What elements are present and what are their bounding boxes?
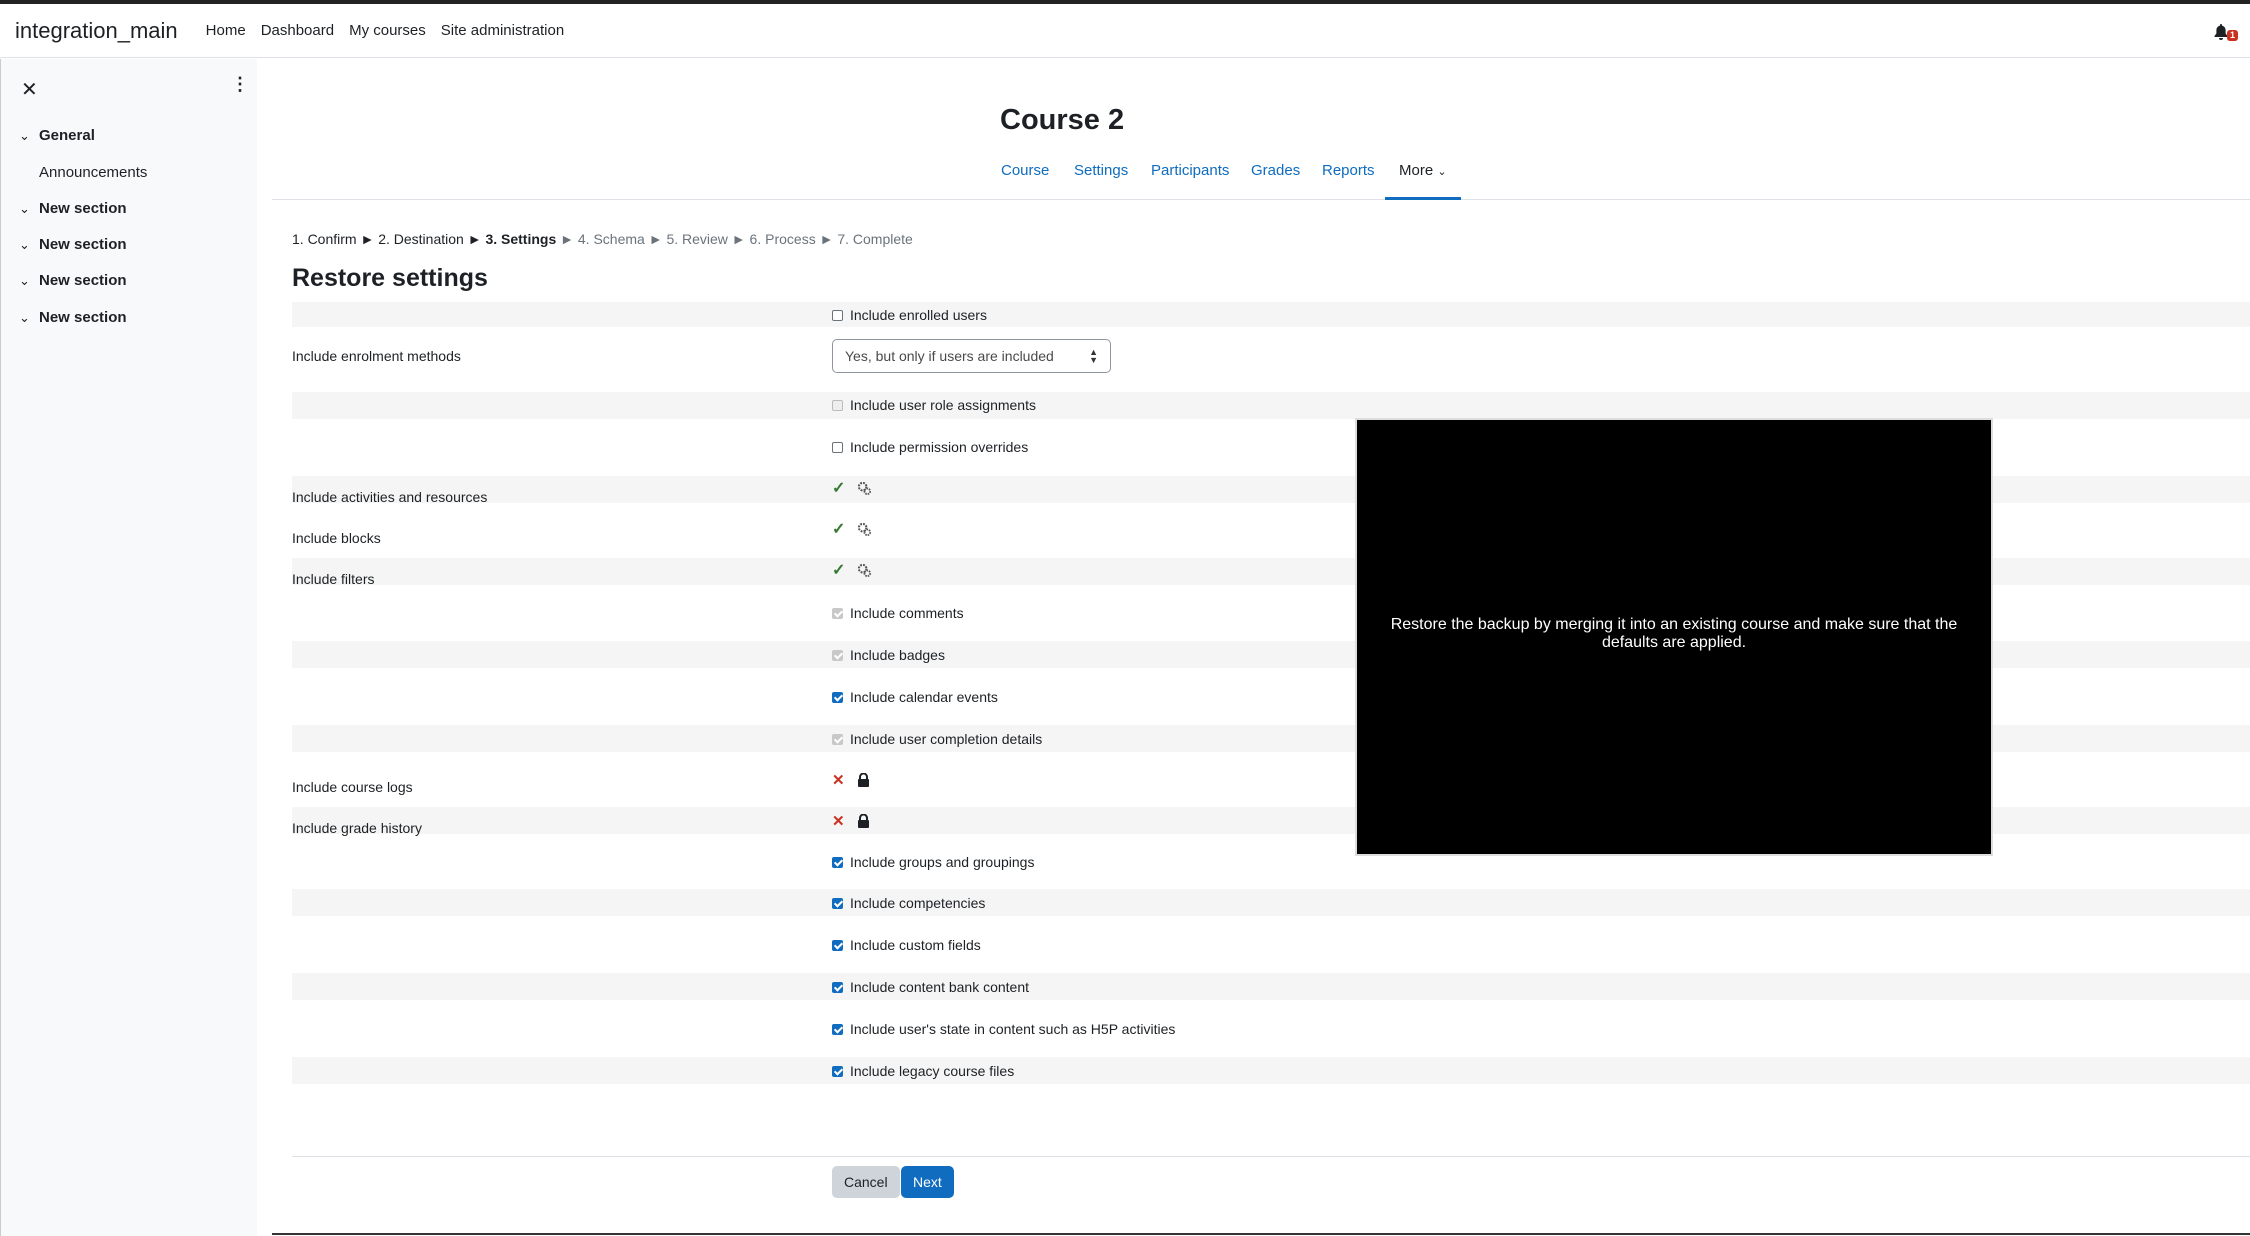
checkbox-badges[interactable] — [832, 649, 843, 661]
drawer-section-new-1[interactable]: ⌄ New section — [19, 200, 127, 217]
next-button[interactable]: Next — [901, 1166, 954, 1198]
checkbox-label: Include competencies — [850, 895, 986, 911]
page-title: Course 2 — [1000, 104, 1125, 136]
locked-by-config-cog-icon — [858, 522, 872, 536]
locked-by-config-cog-icon — [858, 481, 872, 495]
chevron-down-icon: ⌄ — [1437, 166, 1447, 178]
setting-row-role-assignments: Include user role assignments — [292, 392, 2250, 419]
setting-row-legacy-files: Include legacy course files — [292, 1057, 2250, 1084]
top-navbar: integration_main Home Dashboard My cours… — [0, 4, 2250, 58]
restore-progress-steps: 1. Confirm ► 2. Destination ► 3. Setting… — [292, 231, 913, 247]
notification-count-badge: 1 — [2227, 30, 2238, 41]
setting-row-competencies: Include competencies — [292, 889, 2250, 916]
checkbox-groups[interactable] — [832, 856, 843, 868]
select-arrows-icon: ▲ ▼ — [1089, 347, 1098, 365]
checkbox-custom-fields[interactable] — [832, 939, 843, 951]
drawer-section-new-2[interactable]: ⌄ New section — [19, 236, 127, 253]
field-label: Include activities and resources — [292, 489, 488, 505]
checkmark-icon: ✓ — [832, 480, 846, 497]
locked-by-config-cog-icon — [858, 563, 872, 577]
cross-icon: ✕ — [832, 813, 845, 830]
checkbox-label: Include user's state in content such as … — [850, 1021, 1176, 1037]
form-divider — [292, 1156, 2250, 1157]
lock-icon — [857, 814, 869, 828]
nav-my-courses[interactable]: My courses — [349, 22, 426, 39]
notifications-button[interactable]: 1 — [2214, 22, 2238, 44]
enrolment-methods-select[interactable]: Yes, but only if users are included ▲ ▼ — [832, 339, 1111, 373]
checkbox-enrolled-users[interactable] — [832, 309, 843, 321]
checkbox-label: Include calendar events — [850, 689, 998, 705]
tab-participants[interactable]: Participants — [1151, 154, 1229, 200]
drawer-item-announcements[interactable]: Announcements — [39, 164, 147, 181]
field-label: Include enrolment methods — [292, 348, 461, 364]
cancel-button[interactable]: Cancel — [832, 1166, 900, 1198]
chevron-down-icon: ⌄ — [19, 128, 30, 143]
primary-navigation: Home Dashboard My courses Site administr… — [206, 22, 580, 39]
checkbox-competencies[interactable] — [832, 897, 843, 909]
close-drawer-icon[interactable]: ✕ — [21, 77, 38, 102]
setting-row-content-bank: Include content bank content — [292, 973, 2250, 1000]
drawer-section-new-3[interactable]: ⌄ New section — [19, 272, 127, 289]
checkmark-icon: ✓ — [832, 562, 846, 579]
instruction-text: Restore the backup by merging it into an… — [1390, 616, 1958, 651]
bell-icon — [2214, 24, 2228, 40]
checkbox-content-bank[interactable] — [832, 981, 843, 993]
checkbox-completion-details[interactable] — [832, 733, 843, 745]
field-label: Include course logs — [292, 779, 413, 795]
site-brand[interactable]: integration_main — [15, 18, 178, 44]
checkbox-comments[interactable] — [832, 607, 843, 619]
tab-settings[interactable]: Settings — [1074, 154, 1128, 200]
checkbox-label: Include custom fields — [850, 937, 981, 953]
cross-icon: ✕ — [832, 772, 845, 789]
tab-grades[interactable]: Grades — [1251, 154, 1300, 200]
setting-row-h5p-state: Include user's state in content such as … — [292, 1015, 2250, 1042]
drawer-section-general[interactable]: ⌄ General — [19, 127, 95, 144]
chevron-down-icon: ⌄ — [19, 237, 30, 252]
setting-row-custom-fields: Include custom fields — [292, 931, 2250, 958]
checkbox-label: Include content bank content — [850, 979, 1030, 995]
instruction-overlay: Restore the backup by merging it into an… — [1355, 418, 1993, 856]
setting-row-enrolment-methods: Include enrolment methods Yes, but only … — [292, 335, 2250, 375]
checkbox-legacy-files[interactable] — [832, 1065, 843, 1077]
field-label: Include filters — [292, 571, 375, 587]
lock-icon — [857, 773, 869, 787]
checkbox-h5p-state[interactable] — [832, 1023, 843, 1035]
checkbox-label: Include permission overrides — [850, 439, 1029, 455]
course-index-drawer: ✕ ⋮ ⌄ General Announcements ⌄ New section … — [0, 59, 257, 1236]
checkbox-label: Include user role assignments — [850, 397, 1036, 413]
checkbox-label: Include groups and groupings — [850, 854, 1035, 870]
tab-more[interactable]: More ⌄ — [1385, 154, 1461, 200]
checkbox-calendar-events[interactable] — [832, 691, 843, 703]
chevron-down-icon: ⌄ — [19, 201, 30, 216]
course-secondary-navigation: Course Settings Participants Grades Repo… — [272, 154, 2250, 200]
checkbox-label: Include enrolled users — [850, 307, 987, 323]
field-label: Include blocks — [292, 530, 381, 546]
tab-course[interactable]: Course — [1001, 154, 1049, 200]
nav-site-administration[interactable]: Site administration — [441, 22, 564, 39]
chevron-down-icon: ⌄ — [19, 310, 30, 325]
nav-home[interactable]: Home — [206, 22, 246, 39]
setting-row-enrolled-users: Include enrolled users — [292, 302, 2250, 327]
nav-dashboard[interactable]: Dashboard — [261, 22, 334, 39]
field-label: Include grade history — [292, 820, 422, 836]
tab-reports[interactable]: Reports — [1322, 154, 1375, 200]
drawer-options-kebab-icon[interactable]: ⋮ — [231, 75, 249, 93]
drawer-section-new-4[interactable]: ⌄ New section — [19, 309, 127, 326]
chevron-down-icon: ⌄ — [19, 273, 30, 288]
checkbox-label: Include user completion details — [850, 731, 1043, 747]
checkbox-permission-overrides[interactable] — [832, 441, 843, 453]
checkmark-icon: ✓ — [832, 521, 846, 538]
checkbox-role-assignments[interactable] — [832, 399, 843, 411]
checkbox-label: Include comments — [850, 605, 964, 621]
checkbox-label: Include badges — [850, 647, 945, 663]
restore-settings-heading: Restore settings — [292, 264, 488, 292]
checkbox-label: Include legacy course files — [850, 1063, 1015, 1079]
page-bottom-border — [272, 1233, 2250, 1235]
